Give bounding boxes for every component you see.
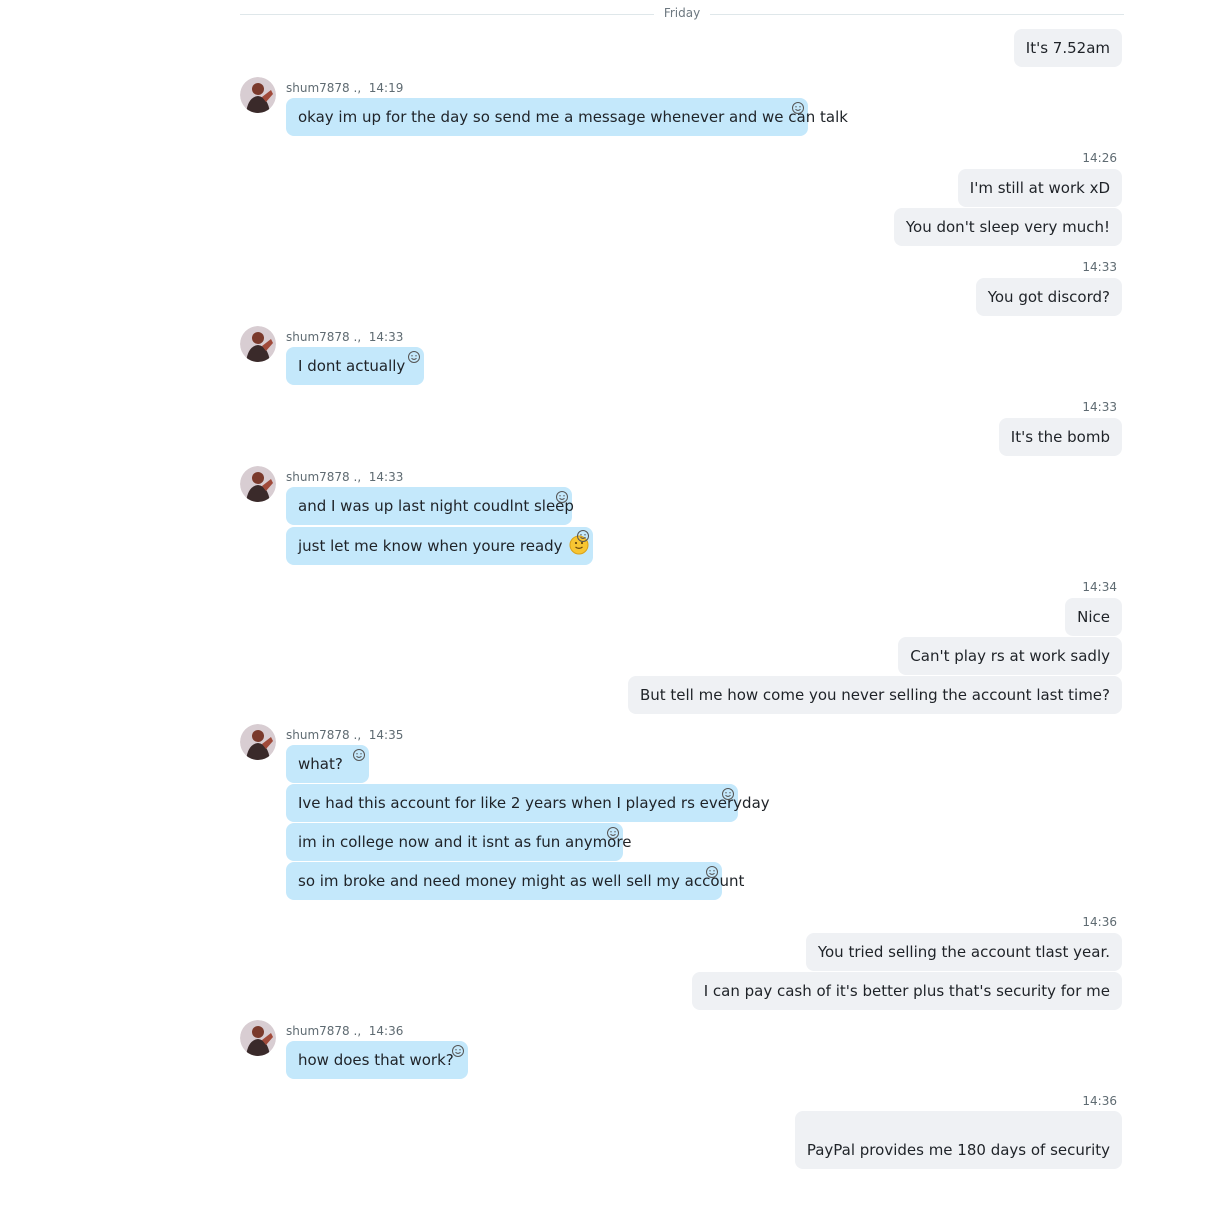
contact-avatar[interactable] — [240, 326, 276, 362]
outgoing-message[interactable]: You tried selling the account tlast year… — [805, 933, 1122, 971]
add-reaction-icon[interactable] — [352, 748, 366, 762]
add-reaction-icon[interactable] — [606, 826, 620, 840]
outgoing-message[interactable]: You don't sleep very much! — [893, 208, 1122, 246]
day-divider-line-left — [240, 14, 654, 15]
outgoing-message[interactable]: I can pay cash of it's better plus that'… — [691, 972, 1122, 1010]
outgoing-message[interactable]: You got discord? — [975, 278, 1122, 316]
contact-avatar[interactable] — [240, 466, 276, 502]
outgoing-message[interactable]: It's 7.52am — [1013, 29, 1122, 67]
incoming-message[interactable]: Ive had this account for like 2 years wh… — [286, 784, 770, 822]
message-time: 14:35 — [368, 728, 404, 742]
message-time: 14:33 — [1082, 400, 1117, 414]
add-reaction-icon[interactable] — [791, 101, 805, 115]
day-divider-line-right — [710, 14, 1124, 15]
incoming-message[interactable]: im in college now and it isnt as fun any… — [286, 823, 631, 861]
add-reaction-icon[interactable] — [705, 865, 719, 879]
incoming-message[interactable]: okay im up for the day so send me a mess… — [286, 98, 848, 136]
message-time: 14:36 — [368, 1024, 404, 1038]
message-time: 14:33 — [1082, 260, 1117, 274]
message-time: 14:19 — [368, 81, 404, 95]
sender-name: shum7878 . — [286, 330, 358, 344]
outgoing-message[interactable]: It's the bomb — [998, 418, 1122, 456]
message-time: 14:33 — [368, 330, 404, 344]
contact-avatar[interactable] — [240, 1020, 276, 1056]
incoming-message[interactable]: so im broke and need money might as well… — [286, 862, 744, 900]
message-time: 14:26 — [1082, 151, 1117, 165]
message-time: 14:36 — [1082, 1094, 1117, 1108]
outgoing-message[interactable]: Can't play rs at work sadly — [898, 637, 1122, 675]
outgoing-message[interactable]: But tell me how come you never selling t… — [627, 676, 1122, 714]
outgoing-message[interactable]: I'm still at work xD — [957, 169, 1122, 207]
outgoing-message[interactable]: PayPal provides me 180 days of security — [794, 1111, 1122, 1169]
sender-name: shum7878 . — [286, 470, 358, 484]
message-time: 14:36 — [1082, 915, 1117, 929]
message-time: 14:33 — [368, 470, 404, 484]
sender-meta: shum7878 ., 14:35 — [286, 728, 404, 742]
incoming-message[interactable]: and I was up last night coudlnt sleep — [286, 487, 574, 525]
sender-name: shum7878 . — [286, 81, 358, 95]
sender-meta: shum7878 ., 14:33 — [286, 330, 404, 344]
sender-meta: shum7878 ., 14:36 — [286, 1024, 404, 1038]
contact-avatar[interactable] — [240, 724, 276, 760]
add-reaction-icon[interactable] — [721, 787, 735, 801]
add-reaction-icon[interactable] — [576, 529, 590, 543]
add-reaction-icon[interactable] — [451, 1044, 465, 1058]
sender-meta: shum7878 ., 14:19 — [286, 81, 404, 95]
incoming-message-with-emoji[interactable]: just let me know when youre ready — [286, 527, 593, 565]
add-reaction-icon[interactable] — [407, 350, 421, 364]
contact-avatar[interactable] — [240, 77, 276, 113]
message-text: just let me know when youre ready — [298, 537, 563, 555]
day-divider-label: Friday — [663, 6, 701, 20]
outgoing-message[interactable]: Nice — [1065, 598, 1122, 636]
add-reaction-icon[interactable] — [555, 490, 569, 504]
incoming-message[interactable]: I dont actually — [286, 347, 424, 385]
incoming-message[interactable]: how does that work? — [286, 1041, 468, 1079]
sender-name: shum7878 . — [286, 728, 358, 742]
sender-name: shum7878 . — [286, 1024, 358, 1038]
sender-meta: shum7878 ., 14:33 — [286, 470, 404, 484]
message-time: 14:34 — [1082, 580, 1117, 594]
